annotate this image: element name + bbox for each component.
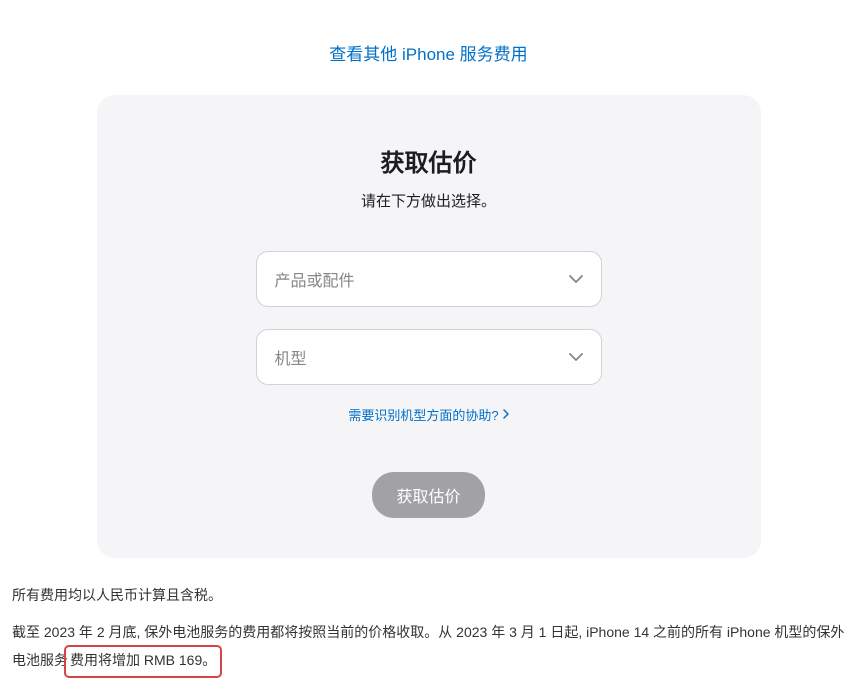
select-placeholder: 机型 (275, 345, 307, 369)
chevron-down-icon (569, 270, 583, 288)
estimate-card: 获取估价 请在下方做出选择。 产品或配件 机型 需要识别机型方面的协助? 获取估… (97, 95, 761, 558)
help-link-label: 需要识别机型方面的协助? (348, 405, 498, 424)
identify-model-help-link[interactable]: 需要识别机型方面的协助? (348, 405, 508, 424)
footer-note-price-change: 截至 2023 年 2 月底, 保外电池服务的费用都将按照当前的价格收取。从 2… (12, 619, 845, 678)
card-title: 获取估价 (137, 143, 721, 178)
other-iphone-service-fees-link[interactable]: 查看其他 iPhone 服务费用 (329, 45, 527, 64)
card-subtitle: 请在下方做出选择。 (137, 190, 721, 211)
footer-note-tax: 所有费用均以人民币计算且含税。 (12, 582, 845, 609)
model-select[interactable]: 机型 (256, 329, 602, 385)
product-or-accessory-select[interactable]: 产品或配件 (256, 251, 602, 307)
get-estimate-button[interactable]: 获取估价 (372, 472, 484, 518)
price-increase-highlight: 费用将增加 RMB 169。 (64, 645, 222, 678)
chevron-right-icon (503, 408, 509, 422)
select-placeholder: 产品或配件 (275, 267, 355, 291)
chevron-down-icon (569, 348, 583, 366)
footer-notes: 所有费用均以人民币计算且含税。 截至 2023 年 2 月底, 保外电池服务的费… (0, 582, 857, 678)
